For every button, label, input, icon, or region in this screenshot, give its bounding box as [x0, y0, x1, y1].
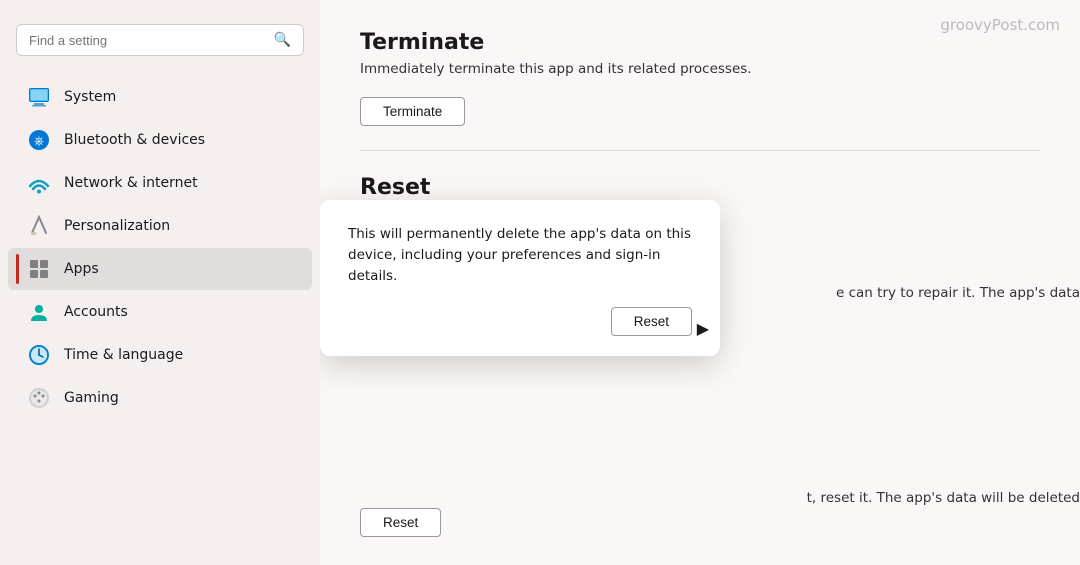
terminate-title: Terminate — [360, 30, 1040, 55]
sidebar-item-accounts[interactable]: Accounts — [8, 291, 312, 333]
reset-button-container: Reset — [360, 508, 441, 537]
sidebar-item-personalization-label: Personalization — [64, 218, 170, 234]
svg-text:⎈: ⎈ — [34, 133, 44, 148]
system-icon — [28, 86, 50, 108]
gaming-icon — [28, 387, 50, 409]
sidebar-item-gaming-label: Gaming — [64, 390, 119, 406]
terminate-section: Terminate Immediately terminate this app… — [360, 30, 1040, 126]
sidebar-item-system-label: System — [64, 89, 116, 105]
sidebar-item-network[interactable]: Network & internet — [8, 162, 312, 204]
dialog-text: This will permanently delete the app's d… — [348, 224, 692, 287]
search-icon: 🔍 — [274, 32, 291, 48]
dialog-reset-button[interactable]: Reset ▶ — [611, 307, 692, 336]
network-icon — [28, 172, 50, 194]
truncated-right-text1: e can try to repair it. The app's data — [836, 285, 1080, 301]
time-icon — [28, 344, 50, 366]
sidebar-item-time[interactable]: Time & language — [8, 334, 312, 376]
truncated-right-text2: t, reset it. The app's data will be dele… — [807, 490, 1080, 506]
reset-dialog: This will permanently delete the app's d… — [320, 200, 720, 356]
apps-icon — [28, 258, 50, 280]
sidebar-item-bluetooth[interactable]: ⎈ Bluetooth & devices — [8, 119, 312, 161]
search-box[interactable]: 🔍 — [16, 24, 304, 56]
sidebar-item-bluetooth-label: Bluetooth & devices — [64, 132, 205, 148]
terminate-button[interactable]: Terminate — [360, 97, 465, 126]
search-input[interactable] — [29, 33, 266, 48]
bluetooth-icon: ⎈ — [28, 129, 50, 151]
sidebar-item-time-label: Time & language — [64, 347, 183, 363]
sidebar-item-accounts-label: Accounts — [64, 304, 128, 320]
sidebar: 🔍 System ⎈ Bluetooth & devices — [0, 0, 320, 565]
reset-title: Reset — [360, 175, 1040, 200]
dialog-reset-label: Reset — [634, 314, 669, 329]
section-divider — [360, 150, 1040, 151]
reset-button[interactable]: Reset — [360, 508, 441, 537]
sidebar-item-gaming[interactable]: Gaming — [8, 377, 312, 419]
dialog-footer: Reset ▶ — [348, 307, 692, 336]
sidebar-item-apps-label: Apps — [64, 261, 99, 277]
terminate-desc: Immediately terminate this app and its r… — [360, 61, 1040, 77]
sidebar-item-system[interactable]: System — [8, 76, 312, 118]
main-content: groovyPost.com Terminate Immediately ter… — [320, 0, 1080, 565]
sidebar-item-personalization[interactable]: Personalization — [8, 205, 312, 247]
watermark: groovyPost.com — [940, 16, 1060, 34]
cursor-icon: ▶ — [697, 319, 709, 339]
personalization-icon — [28, 215, 50, 237]
active-indicator — [16, 254, 19, 284]
sidebar-item-apps[interactable]: Apps — [8, 248, 312, 290]
sidebar-item-network-label: Network & internet — [64, 175, 198, 191]
accounts-icon — [28, 301, 50, 323]
